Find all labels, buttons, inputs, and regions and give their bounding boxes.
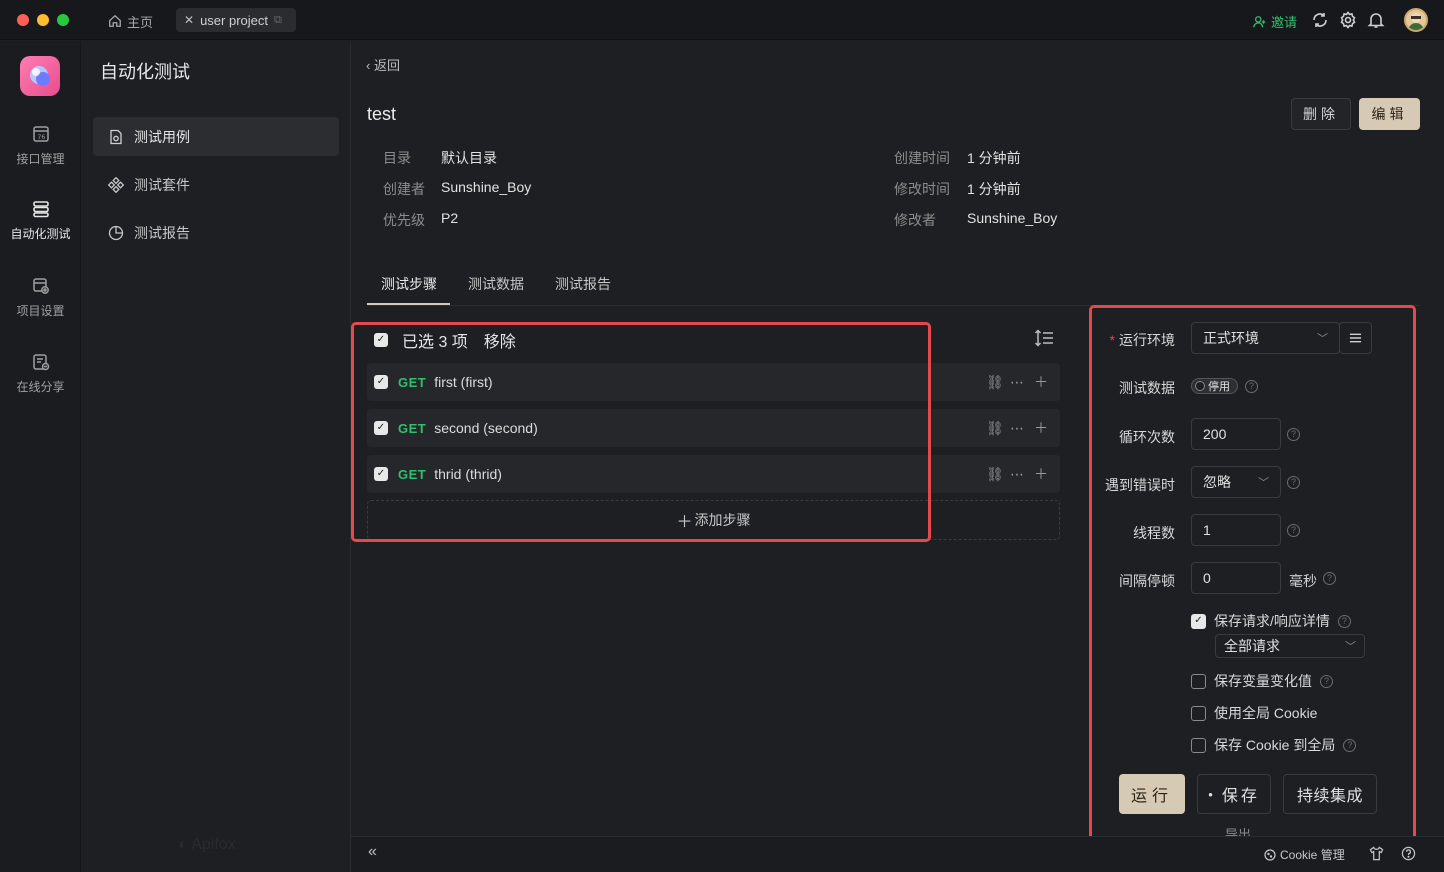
delete-button[interactable]: 删除 <box>1291 98 1351 130</box>
external-link-icon[interactable]: ⧉ <box>274 14 282 27</box>
cookie-manager-button[interactable]: Cookie 管理 <box>1264 846 1345 863</box>
nav-item-test-reports[interactable]: 测试报告 <box>93 213 339 252</box>
close-window-button[interactable] <box>17 14 29 26</box>
avatar[interactable] <box>1404 8 1428 32</box>
tab-test-steps[interactable]: 测试步骤 <box>381 274 437 294</box>
invite-label: 邀请 <box>1271 15 1298 30</box>
collapse-sidebar-icon[interactable]: « <box>368 843 377 861</box>
sidebar-item-label: 项目设置 <box>16 304 65 318</box>
shirt-icon[interactable] <box>1369 846 1384 861</box>
highlight-box-run-panel <box>1089 305 1416 845</box>
home-tab[interactable]: 主页 <box>108 11 153 31</box>
automation-icon <box>32 201 49 218</box>
api-icon: 76 <box>32 126 49 142</box>
tab-test-report[interactable]: 测试报告 <box>555 274 611 294</box>
project-tab[interactable]: ✕ user project ⧉ <box>176 8 296 32</box>
project-tab-label: user project <box>200 12 268 28</box>
gear-icon[interactable] <box>1339 11 1357 29</box>
more-icon[interactable]: ⋯ <box>1010 465 1024 483</box>
meta-value-modifier: Sunshine_Boy <box>967 210 1058 226</box>
nav-item-test-cases[interactable]: 测试用例 <box>93 117 339 156</box>
meta-value-created: 1 分钟前 <box>967 150 1021 166</box>
link-icon[interactable]: ⛓ <box>986 465 1004 483</box>
meta-label-dir: 目录 <box>383 150 411 166</box>
add-user-icon <box>1253 15 1266 27</box>
minimize-window-button[interactable] <box>37 14 49 26</box>
meta-value-creator: Sunshine_Boy <box>441 179 532 195</box>
nav-item-label: 测试报告 <box>134 224 190 241</box>
nav-item-label: 测试用例 <box>134 128 190 145</box>
sidebar-item-share[interactable]: 在线分享 <box>0 352 81 395</box>
brand-watermark: ◐ Apifox <box>178 836 236 853</box>
test-case-icon <box>110 129 122 144</box>
help-circle-icon[interactable] <box>1401 846 1416 861</box>
sidebar-item-project-settings[interactable]: 项目设置 <box>0 276 81 319</box>
home-tab-label: 主页 <box>127 14 154 30</box>
svg-text:76: 76 <box>37 134 45 141</box>
add-icon[interactable]: ＋ <box>1034 373 1048 391</box>
meta-value-modified: 1 分钟前 <box>967 181 1021 197</box>
sidebar-item-automation[interactable]: 自动化测试 <box>0 199 81 242</box>
project-settings-icon <box>32 278 49 294</box>
back-link[interactable]: ‹ 返回 <box>366 55 400 74</box>
tab-test-data[interactable]: 测试数据 <box>468 274 524 294</box>
page-title: test <box>367 104 397 124</box>
sidebar-item-label: 在线分享 <box>16 380 65 394</box>
invite-button[interactable]: 邀请 <box>1253 12 1297 31</box>
test-report-icon <box>108 225 124 240</box>
sidebar-item-label: 自动化测试 <box>10 227 71 241</box>
nav-title: 自动化测试 <box>100 62 190 82</box>
bell-icon[interactable] <box>1367 11 1385 29</box>
edit-button[interactable]: 编辑 <box>1359 98 1420 130</box>
sidebar-item-api[interactable]: 76 接口管理 <box>0 124 81 167</box>
meta-label-created: 创建时间 <box>894 150 950 166</box>
more-icon[interactable]: ⋯ <box>1010 419 1024 437</box>
app-logo <box>20 56 60 96</box>
meta-label-modified: 修改时间 <box>894 181 950 197</box>
home-icon <box>109 14 121 27</box>
link-icon[interactable]: ⛓ <box>986 419 1004 437</box>
maximize-window-button[interactable] <box>57 14 69 26</box>
sync-icon[interactable] <box>1311 11 1329 29</box>
share-icon <box>32 354 49 371</box>
nav-item-label: 测试套件 <box>134 176 190 193</box>
active-tab-indicator <box>367 303 450 305</box>
close-tab-icon[interactable]: ✕ <box>184 13 194 27</box>
more-icon[interactable]: ⋯ <box>1010 373 1024 391</box>
cookie-manager-label: Cookie 管理 <box>1280 848 1345 862</box>
link-icon[interactable]: ⛓ <box>986 373 1004 391</box>
sort-icon[interactable] <box>1034 329 1054 347</box>
meta-label-modifier: 修改者 <box>894 212 936 228</box>
sidebar-item-label: 接口管理 <box>16 152 65 166</box>
meta-label-creator: 创建者 <box>383 181 425 197</box>
add-icon[interactable]: ＋ <box>1034 419 1048 437</box>
meta-value-priority: P2 <box>441 210 459 226</box>
meta-value-dir: 默认目录 <box>441 150 497 166</box>
highlight-box-steps <box>351 322 931 542</box>
nav-item-test-suites[interactable]: 测试套件 <box>93 165 339 204</box>
add-icon[interactable]: ＋ <box>1034 465 1048 483</box>
meta-label-priority: 优先级 <box>383 212 425 228</box>
cookie-icon <box>1264 848 1276 861</box>
test-suite-icon <box>108 176 124 193</box>
back-label: 返回 <box>373 58 400 73</box>
